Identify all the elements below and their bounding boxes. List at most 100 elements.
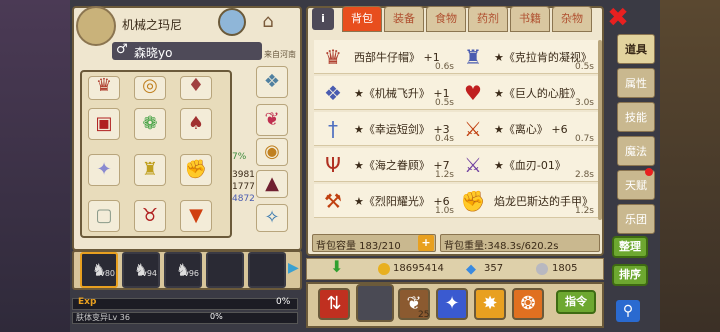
fire-skill-icon[interactable]: ❂	[512, 288, 544, 320]
player-region: 来自河南	[264, 50, 296, 59]
equip-slot-helmet[interactable]: ♜	[134, 154, 166, 186]
list-item[interactable]: ♛ 西部牛仔帽》 +1 0.6s	[314, 40, 458, 74]
side-tab-skills[interactable]: 技能	[617, 102, 655, 132]
exp-percent: 0%	[276, 297, 291, 307]
item-weight: 3.0s	[574, 98, 594, 108]
exp-label: Exp	[78, 297, 97, 307]
equip-slot-cloak[interactable]: ♠	[180, 108, 212, 140]
wings-icon: ❖	[324, 80, 342, 105]
capacity-label: 背包容量 183/210	[316, 241, 401, 252]
equip-slot-hat[interactable]: ♛	[88, 76, 120, 100]
stat-fragment: 1777	[232, 182, 255, 192]
item-weight: 1.2s	[574, 206, 594, 216]
hat-icon: ♛	[324, 44, 342, 69]
trident-icon: Ψ	[325, 152, 341, 177]
equip-slot-wreath[interactable]: ❁	[134, 108, 166, 140]
tab-books[interactable]: 书籍	[510, 6, 550, 32]
equip-slot-belt[interactable]: ◉	[256, 138, 288, 166]
item-weight: 0.4s	[434, 134, 454, 144]
side-tab-magic[interactable]: 魔法	[617, 136, 655, 166]
sort-order-icon[interactable]: ⇅	[318, 288, 350, 320]
dagger-icon: †	[328, 116, 338, 141]
tab-equipment[interactable]: 装备	[384, 6, 424, 32]
sort-button[interactable]: 整理	[612, 236, 648, 258]
list-item[interactable]: ❖ ★《机械飞升》 +1 0.5s	[314, 76, 458, 110]
list-item[interactable]: Ψ ★《海之眷顾》 +7 1.2s	[314, 148, 458, 182]
staff-icon: ⚒	[324, 188, 342, 213]
silver-amount: 1805	[552, 263, 578, 274]
claw-skill-icon[interactable]: ✦	[436, 288, 468, 320]
list-item[interactable]: ✊ 焰龙巴斯达的手甲》 1.2s	[454, 184, 598, 218]
equip-slot-amulet[interactable]: ♦	[180, 76, 212, 100]
equip-slot-horns[interactable]: ♉	[134, 200, 166, 232]
chevron-right-icon[interactable]: ▶	[288, 260, 299, 276]
empty-skill-slot[interactable]	[356, 284, 394, 322]
list-scrollbar[interactable]	[598, 40, 602, 220]
info-icon[interactable]: i	[312, 8, 334, 30]
silver-coin-icon	[536, 263, 548, 275]
tab-potion[interactable]: 药剂	[468, 6, 508, 32]
party-member-empty[interactable]	[206, 252, 244, 288]
exp-bar	[72, 298, 298, 310]
gem-icon: ◆	[466, 262, 476, 277]
list-item[interactable]: ⚒ ★《烈阳耀光》 +6 1.0s	[314, 184, 458, 218]
expand-capacity-button[interactable]: +	[418, 235, 434, 251]
scene-right	[660, 0, 720, 332]
arrange-button[interactable]: 排序	[612, 264, 648, 286]
side-tab-items[interactable]: 道具	[617, 34, 655, 64]
party-member-1[interactable]: ♞ Lv80	[80, 252, 118, 288]
sub-exp-percent: 0%	[210, 312, 223, 321]
list-item[interactable]: ♥ ★《巨人的心脏》 3.0s	[454, 76, 598, 110]
stat-fragment: 4872	[232, 194, 255, 204]
gem-amount: 357	[484, 263, 504, 274]
list-item[interactable]: † ★《幸运短剑》 +3 0.4s	[314, 112, 458, 146]
equip-slot-rune[interactable]: ❖	[256, 66, 288, 98]
sub-exp-label: 肤体变异Lv 36	[76, 313, 130, 322]
scene-left	[0, 0, 70, 332]
sword-icon: ⚔	[464, 116, 482, 141]
character-name: 机械之玛尼	[122, 18, 183, 32]
item-weight: 1.0s	[434, 206, 454, 216]
male-icon: ♂	[116, 42, 128, 57]
skill-badge: 25	[418, 310, 430, 320]
download-icon[interactable]: ⬇	[330, 257, 343, 276]
hanger-icon[interactable]: ⌂	[254, 8, 282, 36]
party-member-empty[interactable]	[248, 252, 286, 288]
tab-backpack[interactable]: 背包	[342, 6, 382, 32]
equip-slot-armor[interactable]: ▼	[180, 200, 212, 232]
heart-armor-icon: ♥	[464, 80, 482, 105]
party-member-2[interactable]: ♞ Lv94	[122, 252, 160, 288]
item-weight: 0.5s	[434, 98, 454, 108]
guild-emblem-icon	[76, 6, 116, 46]
command-button[interactable]: 指令	[556, 290, 596, 314]
equip-slot-wand[interactable]: ✦	[88, 154, 120, 186]
blade-icon: ⚔	[464, 152, 482, 177]
crystal-icon[interactable]	[218, 8, 246, 36]
equip-slot-chest[interactable]: ▣	[88, 108, 120, 140]
party-member-level: Lv94	[137, 269, 157, 278]
side-tab-band[interactable]: 乐团	[617, 204, 655, 234]
party-member-level: Lv80	[95, 269, 115, 278]
gauntlet-icon: ✊	[460, 188, 486, 213]
list-item[interactable]: ⚔ ★《血刃-01》 2.8s	[454, 148, 598, 182]
gold-amount: 18695414	[393, 263, 444, 274]
list-item[interactable]: ⚔ ★《离心》 +6 0.7s	[454, 112, 598, 146]
close-icon[interactable]: ✖	[604, 4, 632, 32]
tab-food[interactable]: 食物	[426, 6, 466, 32]
tornado-skill-icon[interactable]: ✸	[474, 288, 506, 320]
side-tab-attributes[interactable]: 属性	[617, 68, 655, 98]
equip-slot-accessory[interactable]: ✧	[256, 204, 288, 232]
equip-slot-empty[interactable]: ▢	[88, 200, 120, 232]
equip-slot-ring[interactable]: ◎	[134, 76, 166, 100]
item-weight: 2.8s	[574, 170, 594, 180]
search-icon[interactable]: ⚲	[616, 300, 640, 322]
equip-slot-gauntlet[interactable]: ✊	[180, 154, 212, 186]
list-item[interactable]: ♜ ★《克拉肯的凝视》 0.5s	[454, 40, 598, 74]
gold-coin-icon	[378, 263, 390, 275]
notification-dot	[645, 168, 653, 176]
tab-misc[interactable]: 杂物	[552, 6, 592, 32]
item-weight: 0.5s	[574, 62, 594, 72]
equip-slot-boots[interactable]: ▲	[256, 170, 288, 198]
equip-slot-feather[interactable]: ❦	[256, 104, 288, 136]
party-member-3[interactable]: ♞ Lv96	[164, 252, 202, 288]
